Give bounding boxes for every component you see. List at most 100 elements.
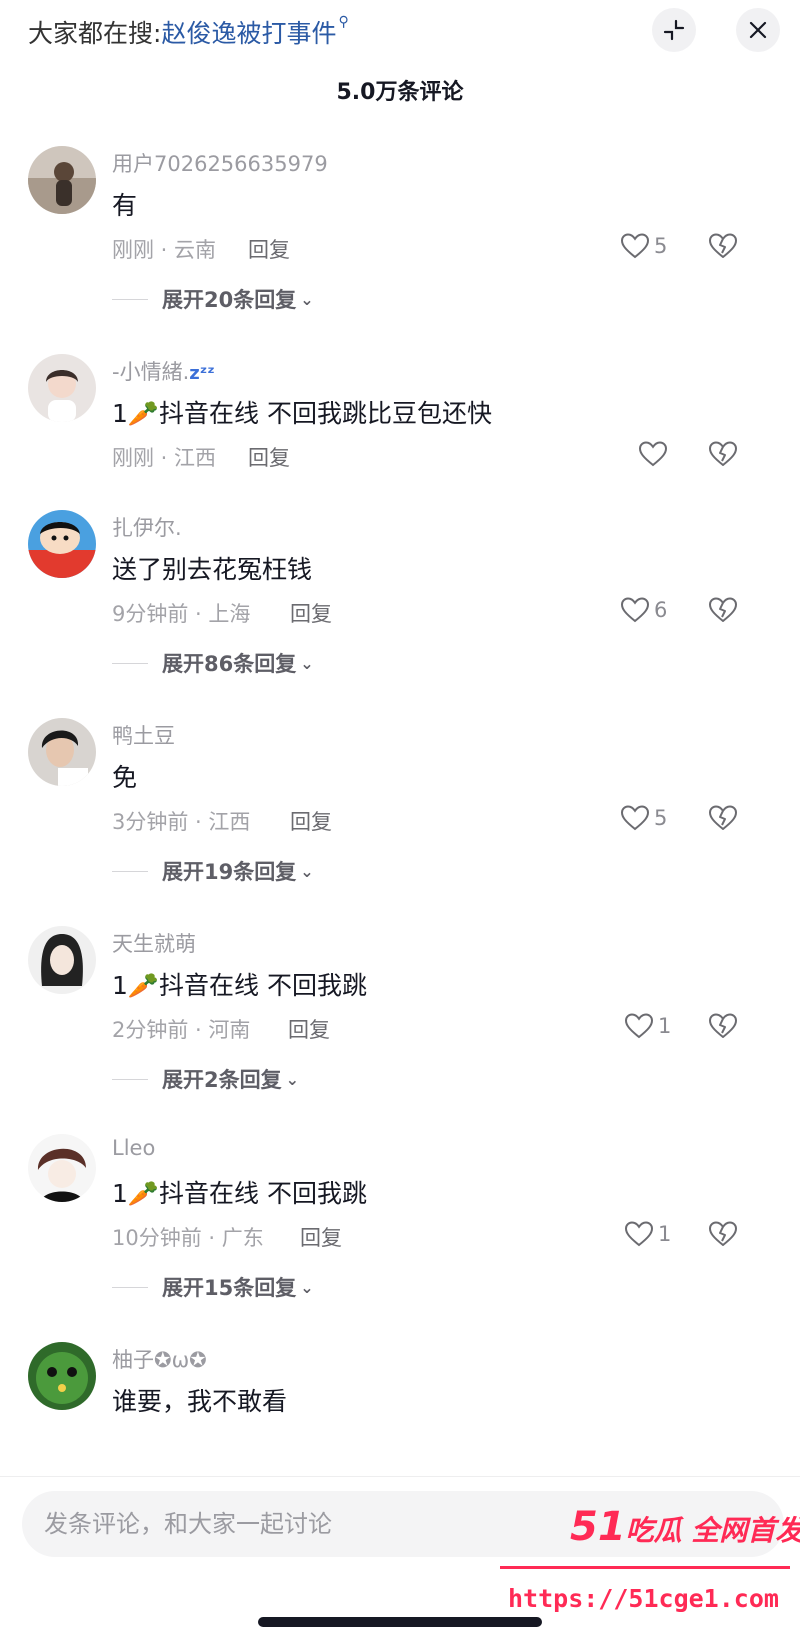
- like-button[interactable]: [638, 440, 668, 468]
- reply-button[interactable]: 回复: [248, 234, 290, 264]
- username-text: -小情緒.: [112, 360, 190, 384]
- expand-label: 展开15条回复: [162, 1276, 297, 1300]
- like-button[interactable]: 6: [620, 596, 667, 624]
- heart-icon: [624, 1013, 654, 1039]
- comment-meta: 10分钟前 · 广东: [112, 1226, 264, 1250]
- username[interactable]: 天生就萌: [112, 928, 196, 958]
- expand-label: 展开86条回复: [162, 652, 297, 676]
- username[interactable]: 扎伊尔.: [112, 512, 182, 542]
- username[interactable]: -小情緒.zᶻᶻ: [112, 356, 215, 386]
- chevron-down-icon: ⌄: [300, 653, 314, 673]
- comment-text: 1🥕抖音在线 不回我跳: [112, 971, 367, 1000]
- like-button[interactable]: 5: [620, 232, 667, 260]
- avatar[interactable]: [28, 146, 96, 214]
- reply-button[interactable]: 回复: [290, 806, 332, 836]
- dislike-button[interactable]: [708, 440, 738, 472]
- avatar[interactable]: [28, 718, 96, 786]
- comment-text: 1🥕抖音在线 不回我跳比豆包还快: [112, 399, 492, 428]
- top-bar: 大家都在搜:赵俊逸被打事件 ⚲: [0, 0, 800, 70]
- chevron-down-icon: ⌄: [300, 289, 314, 309]
- like-count: 1: [658, 1222, 672, 1246]
- dislike-button[interactable]: [708, 596, 738, 628]
- like-count: 1: [658, 1014, 672, 1038]
- watermark-url: https://51cge1.com: [508, 1584, 779, 1613]
- avatar[interactable]: [28, 1134, 96, 1202]
- divider: [112, 662, 148, 664]
- comment-meta: 刚刚 · 云南: [112, 238, 217, 262]
- broken-heart-icon: [709, 441, 737, 466]
- comment-text: 1🥕抖音在线 不回我跳: [112, 1179, 367, 1208]
- chevron-down-icon: ⌄: [300, 1277, 314, 1297]
- chevron-down-icon: ⌄: [300, 861, 314, 881]
- dislike-button[interactable]: [708, 804, 738, 836]
- close-icon: [749, 21, 767, 39]
- username[interactable]: 柚子✪ω✪: [112, 1344, 207, 1374]
- like-count: 6: [654, 598, 668, 622]
- sleep-icon: zᶻᶻ: [189, 363, 215, 384]
- divider: [112, 298, 148, 300]
- collapse-button[interactable]: [652, 8, 696, 52]
- comment-meta: 9分钟前 · 上海: [112, 602, 251, 626]
- close-button[interactable]: [736, 8, 780, 52]
- search-suggestion[interactable]: 大家都在搜:赵俊逸被打事件 ⚲: [28, 14, 349, 50]
- comment-meta: 2分钟前 · 河南: [112, 1018, 251, 1042]
- like-count: 5: [654, 806, 668, 830]
- watermark-number: 51: [570, 1504, 626, 1550]
- watermark-brand-text: 吃瓜 全网首发: [625, 1514, 800, 1547]
- broken-heart-icon: [709, 597, 737, 622]
- reply-button[interactable]: 回复: [248, 442, 290, 472]
- divider: [112, 870, 148, 872]
- avatar[interactable]: [28, 1342, 96, 1410]
- watermark-divider: [500, 1566, 790, 1569]
- search-prefix: 大家都在搜:: [28, 19, 162, 48]
- comment-count-title: 5.0万条评论: [336, 80, 464, 105]
- dislike-button[interactable]: [708, 1012, 738, 1044]
- expand-replies-button[interactable]: 展开2条回复 ⌄: [112, 1064, 299, 1094]
- search-icon: ⚲: [338, 14, 349, 30]
- expand-replies-button[interactable]: 展开86条回复 ⌄: [112, 648, 314, 678]
- heart-icon: [624, 1221, 654, 1247]
- expand-label: 展开20条回复: [162, 288, 297, 312]
- avatar[interactable]: [28, 510, 96, 578]
- watermark-brand: 51吃瓜 全网首发: [570, 1504, 800, 1550]
- comment-meta: 刚刚 · 江西: [112, 446, 217, 470]
- like-button[interactable]: 1: [624, 1220, 671, 1248]
- search-term-link[interactable]: 赵俊逸被打事件: [161, 19, 336, 48]
- heart-icon: [620, 597, 650, 623]
- broken-heart-icon: [709, 805, 737, 830]
- expand-label: 展开2条回复: [162, 1068, 282, 1092]
- divider: [112, 1286, 148, 1288]
- broken-heart-icon: [709, 1013, 737, 1038]
- comment-meta: 3分钟前 · 江西: [112, 810, 251, 834]
- collapse-icon: [663, 19, 685, 41]
- comment-text: 有: [112, 191, 138, 220]
- dislike-button[interactable]: [708, 232, 738, 264]
- divider: [112, 1078, 148, 1080]
- like-button[interactable]: 5: [620, 804, 667, 832]
- heart-icon: [620, 233, 650, 259]
- expand-replies-button[interactable]: 展开19条回复 ⌄: [112, 856, 314, 886]
- avatar[interactable]: [28, 926, 96, 994]
- heart-icon: [620, 805, 650, 831]
- broken-heart-icon: [709, 233, 737, 258]
- expand-replies-button[interactable]: 展开20条回复 ⌄: [112, 284, 314, 314]
- comment-text: 送了别去花冤枉钱: [112, 555, 313, 584]
- reply-button[interactable]: 回复: [288, 1014, 330, 1044]
- chevron-down-icon: ⌄: [285, 1069, 300, 1089]
- home-indicator[interactable]: [258, 1617, 542, 1627]
- username[interactable]: 鸭土豆: [112, 720, 175, 750]
- expand-label: 展开19条回复: [162, 860, 297, 884]
- comment-text: 免: [112, 763, 138, 792]
- reply-button[interactable]: 回复: [290, 598, 332, 628]
- username[interactable]: Lleo: [112, 1136, 155, 1160]
- comment-text: 谁要，我不敢看: [112, 1387, 288, 1416]
- heart-icon: [638, 441, 668, 467]
- reply-button[interactable]: 回复: [300, 1222, 342, 1252]
- broken-heart-icon: [709, 1221, 737, 1246]
- expand-replies-button[interactable]: 展开15条回复 ⌄: [112, 1272, 314, 1302]
- like-button[interactable]: 1: [624, 1012, 671, 1040]
- dislike-button[interactable]: [708, 1220, 738, 1252]
- like-count: 5: [654, 234, 668, 258]
- username[interactable]: 用户7026256635979: [112, 148, 328, 178]
- avatar[interactable]: [28, 354, 96, 422]
